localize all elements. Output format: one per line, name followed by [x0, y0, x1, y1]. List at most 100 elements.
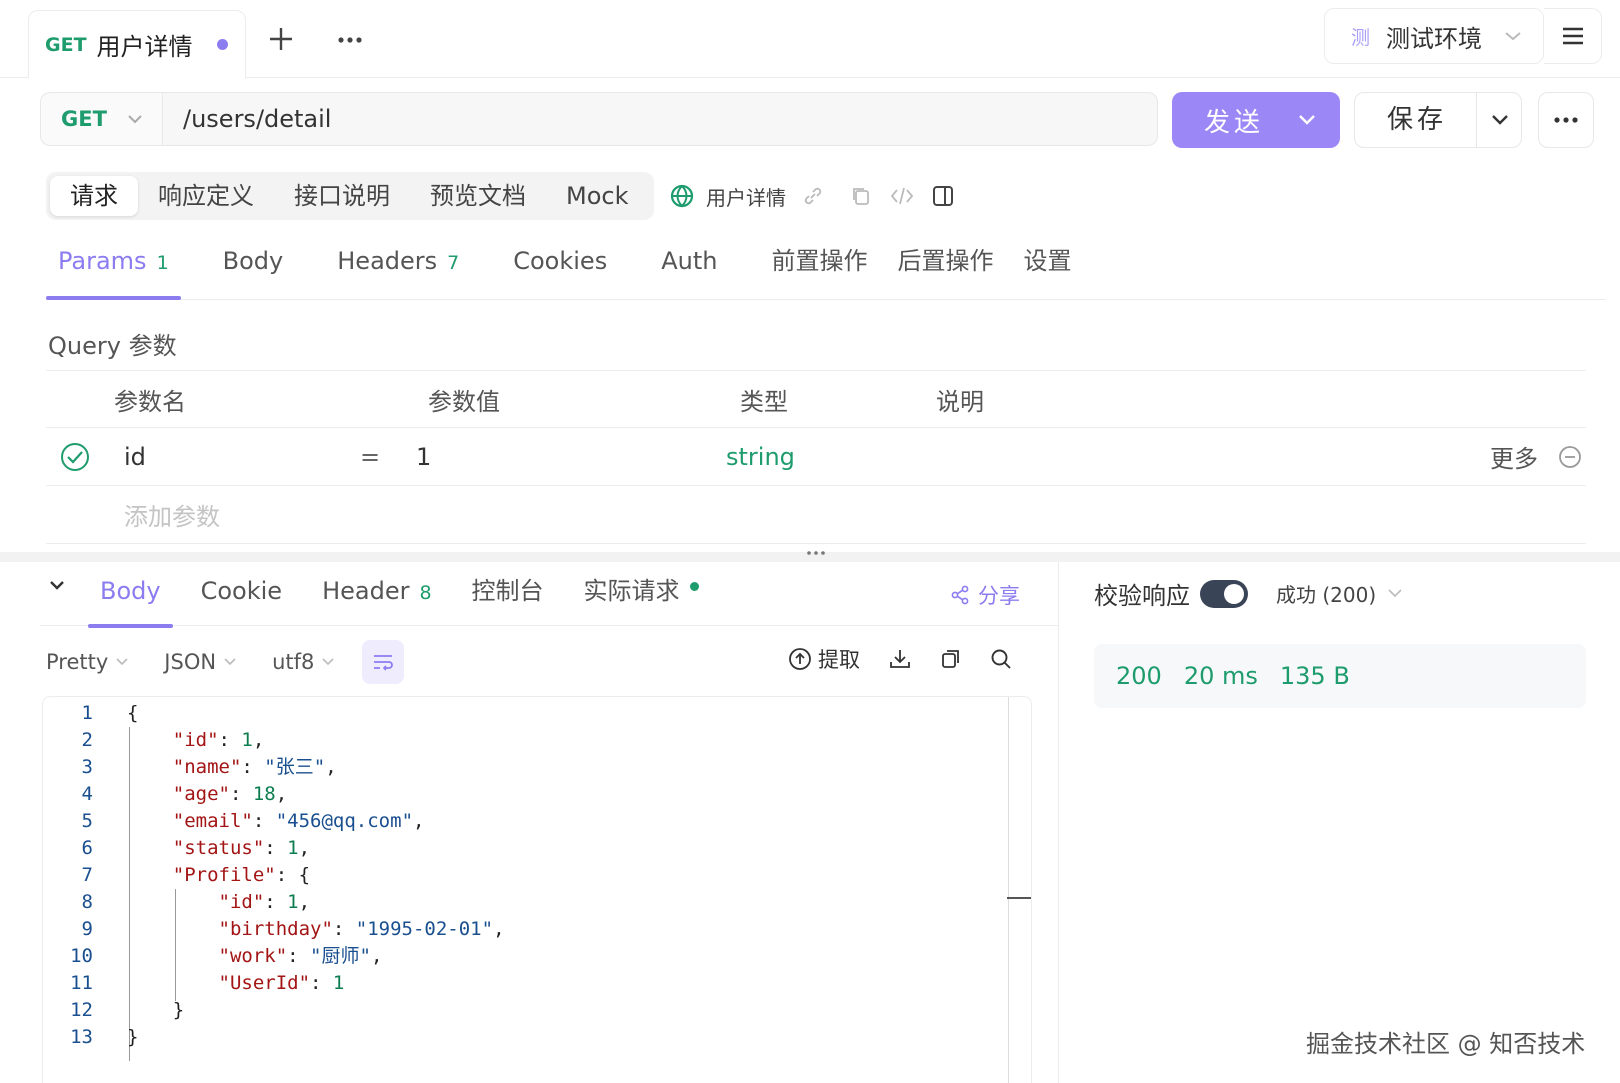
encoding-select[interactable]: utf8: [272, 650, 334, 674]
tab-response-header[interactable]: Header 8: [310, 570, 443, 626]
line-number: 13: [70, 1026, 93, 1048]
tab-request[interactable]: 请求: [50, 176, 138, 216]
line-number: 4: [81, 783, 93, 805]
tab-label: Params: [58, 247, 147, 275]
line-number: 8: [81, 891, 93, 913]
header-value: 参数值: [428, 387, 500, 416]
param-type[interactable]: string: [726, 443, 795, 471]
line-number: 2: [81, 729, 93, 751]
tab-preview-doc[interactable]: 预览文档: [410, 176, 546, 216]
copy-icon[interactable]: [850, 185, 872, 207]
response-size: 135 B: [1279, 662, 1350, 690]
save-button[interactable]: 保存: [1354, 92, 1522, 148]
param-equals: =: [360, 442, 381, 471]
send-button[interactable]: 发送: [1172, 92, 1340, 148]
collapse-chevron-icon[interactable]: [48, 578, 66, 592]
format-bar: Pretty JSON utf8: [46, 640, 405, 684]
status-dot: [689, 582, 699, 591]
tab-console[interactable]: 控制台: [460, 570, 556, 626]
check-circle-icon[interactable]: [60, 442, 90, 472]
method-select[interactable]: GET: [41, 93, 163, 145]
tab-headers[interactable]: Headers 7: [325, 240, 471, 298]
tab-user-detail[interactable]: GET 用户详情: [28, 10, 246, 78]
code-icon[interactable]: [890, 185, 914, 207]
tab-post-operations[interactable]: 后置操作: [885, 240, 1005, 298]
copy-icon[interactable]: [940, 648, 962, 670]
save-label: 保存: [1355, 93, 1477, 147]
tab-title: 用户详情: [96, 33, 193, 61]
upload-circle-icon: [789, 648, 811, 670]
code-text: "status": 1,: [172, 837, 311, 859]
tab-response-body[interactable]: Body: [88, 570, 173, 628]
param-name[interactable]: id: [124, 443, 146, 471]
method-label: GET: [61, 107, 107, 131]
resize-handle[interactable]: [0, 551, 1620, 562]
line-number: 5: [81, 810, 93, 832]
extract-label: 提取: [818, 648, 860, 672]
menu-icon[interactable]: [1544, 8, 1602, 64]
tab-api-description[interactable]: 接口说明: [274, 176, 410, 216]
tab-params[interactable]: Params 1: [46, 240, 181, 300]
tab-actual-request[interactable]: 实际请求: [572, 570, 711, 626]
tab-cookies[interactable]: Cookies: [501, 240, 619, 298]
scrollbar-thumb[interactable]: [1007, 897, 1031, 899]
tab-response-cookie[interactable]: Cookie: [189, 570, 294, 626]
response-tabs: Body Cookie Header 8 控制台 实际请求: [40, 570, 1058, 628]
url-bar: GET /users/detail: [40, 92, 1158, 146]
download-icon[interactable]: [888, 647, 912, 671]
remove-circle-icon[interactable]: [1558, 445, 1582, 469]
tab-mock[interactable]: Mock: [546, 176, 648, 216]
code-text: "id": 1,: [218, 891, 311, 913]
url-input[interactable]: /users/detail: [163, 105, 331, 133]
line-number: 12: [70, 999, 93, 1021]
lang-select[interactable]: JSON: [164, 650, 236, 674]
pretty-label: Pretty: [46, 650, 109, 674]
chevron-down-icon[interactable]: [1388, 589, 1402, 598]
more-link[interactable]: 更多: [1490, 439, 1538, 474]
line-number: 6: [81, 837, 93, 859]
word-wrap-icon[interactable]: [362, 640, 405, 684]
link-icon[interactable]: [802, 185, 824, 207]
more-actions-icon[interactable]: [1538, 92, 1594, 148]
new-tab-plus-icon[interactable]: [266, 24, 296, 54]
tab-auth[interactable]: Auth: [649, 240, 729, 298]
extract-button[interactable]: 提取: [788, 644, 860, 674]
query-section-title: Query 参数: [48, 332, 177, 360]
search-icon[interactable]: [990, 648, 1012, 670]
line-number: 7: [81, 864, 93, 886]
param-value[interactable]: 1: [416, 443, 431, 471]
chevron-down-icon: [127, 114, 143, 124]
doc-info: 用户详情: [670, 176, 954, 216]
share-button[interactable]: 分享: [950, 580, 1020, 610]
status-code: 200: [1116, 662, 1162, 690]
chevron-down-icon: [224, 658, 236, 666]
tab-label: Header: [322, 577, 410, 605]
share-label: 分享: [978, 584, 1020, 608]
env-label: 测试环境: [1386, 24, 1483, 53]
validate-toggle[interactable]: [1200, 579, 1248, 608]
response-code-viewer[interactable]: 1 {2 "id": 1, 3 "name": "张三", 4 "age": 18, 5…: [42, 696, 1032, 1083]
encoding-label: utf8: [272, 650, 315, 674]
add-param-input[interactable]: 添加参数: [124, 497, 220, 532]
code-text: "birthday": "1995-02-01",: [218, 918, 505, 940]
validate-status-select[interactable]: 成功 (200): [1276, 579, 1376, 608]
line-number: 9: [81, 918, 93, 940]
header-name: 参数名: [114, 387, 186, 416]
line-number: 1: [81, 702, 93, 724]
more-tabs-icon[interactable]: [336, 30, 366, 50]
table-header: 参数名 参数值 类型 说明: [46, 370, 1586, 428]
code-text: "UserId": 1: [218, 972, 345, 994]
scrollbar-track[interactable]: [1008, 697, 1009, 1083]
split-panel-icon[interactable]: [932, 185, 954, 207]
tab-body[interactable]: Body: [211, 240, 296, 298]
pretty-select[interactable]: Pretty: [46, 650, 128, 674]
tab-pre-operations[interactable]: 前置操作: [759, 240, 879, 298]
tab-settings[interactable]: 设置: [1011, 240, 1083, 298]
code-text: }: [127, 1026, 139, 1048]
environment-select[interactable]: 测 测试环境: [1324, 8, 1544, 64]
tab-response-definition[interactable]: 响应定义: [138, 176, 274, 216]
code-text: {: [127, 702, 139, 724]
watermark: 掘金技术社区 @ 知否技术: [1306, 1030, 1586, 1058]
chevron-down-icon[interactable]: [1491, 114, 1509, 126]
chevron-down-icon[interactable]: [1298, 114, 1316, 126]
